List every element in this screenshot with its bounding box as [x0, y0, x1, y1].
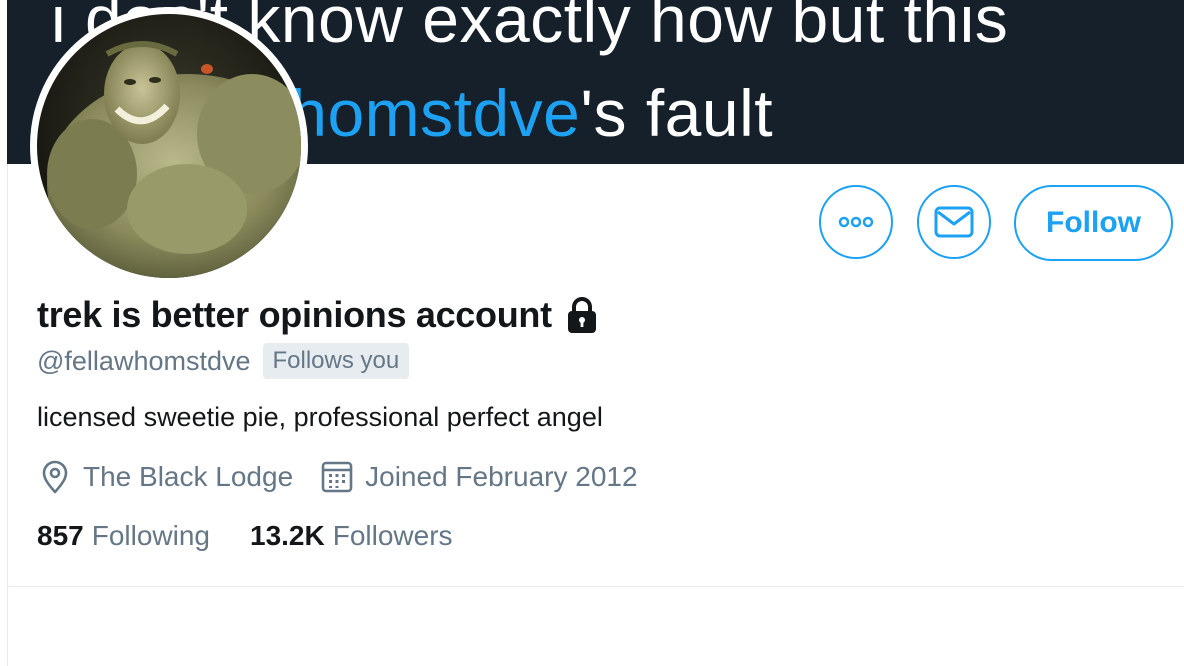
follows-you-badge: Follows you	[262, 343, 410, 379]
envelope-icon	[934, 206, 974, 238]
following-label: Following	[91, 520, 210, 551]
avatar[interactable]	[30, 7, 308, 285]
display-name-row: trek is better opinions account	[37, 294, 602, 336]
message-button[interactable]	[917, 185, 991, 259]
avatar-image	[37, 14, 301, 278]
join-date-text: Joined February 2012	[365, 461, 638, 492]
more-button[interactable]	[819, 185, 893, 259]
location: The Black Lodge	[37, 459, 293, 495]
bio: licensed sweetie pie, professional perfe…	[37, 402, 603, 432]
followers-count: 13.2K	[250, 520, 325, 551]
join-date: Joined February 2012	[319, 459, 638, 495]
location-text: The Black Lodge	[83, 461, 294, 492]
handle: @fellawhomstdve	[37, 345, 251, 376]
follow-stats: 857 Following 13.2K Followers	[37, 520, 453, 552]
following-count: 857	[37, 520, 84, 551]
handle-row: @fellawhomstdve Follows you	[37, 343, 410, 379]
more-dots-icon	[838, 216, 874, 228]
section-divider	[7, 586, 1184, 587]
banner-text-rest: 's fault	[580, 76, 774, 150]
following-link[interactable]: 857 Following	[37, 520, 210, 552]
followers-label: Followers	[332, 520, 453, 551]
profile-page: i don't know exactly how but this @fella…	[0, 0, 1184, 666]
calendar-icon	[319, 459, 355, 495]
followers-link[interactable]: 13.2K Followers	[250, 520, 453, 552]
follow-button[interactable]: Follow	[1014, 185, 1173, 261]
lock-icon	[562, 295, 602, 335]
timeline-left-border	[7, 164, 8, 666]
location-pin-icon	[37, 459, 73, 495]
display-name: trek is better opinions account	[37, 294, 552, 335]
profile-meta: The Black Lodge Joined February 2012	[37, 459, 638, 495]
